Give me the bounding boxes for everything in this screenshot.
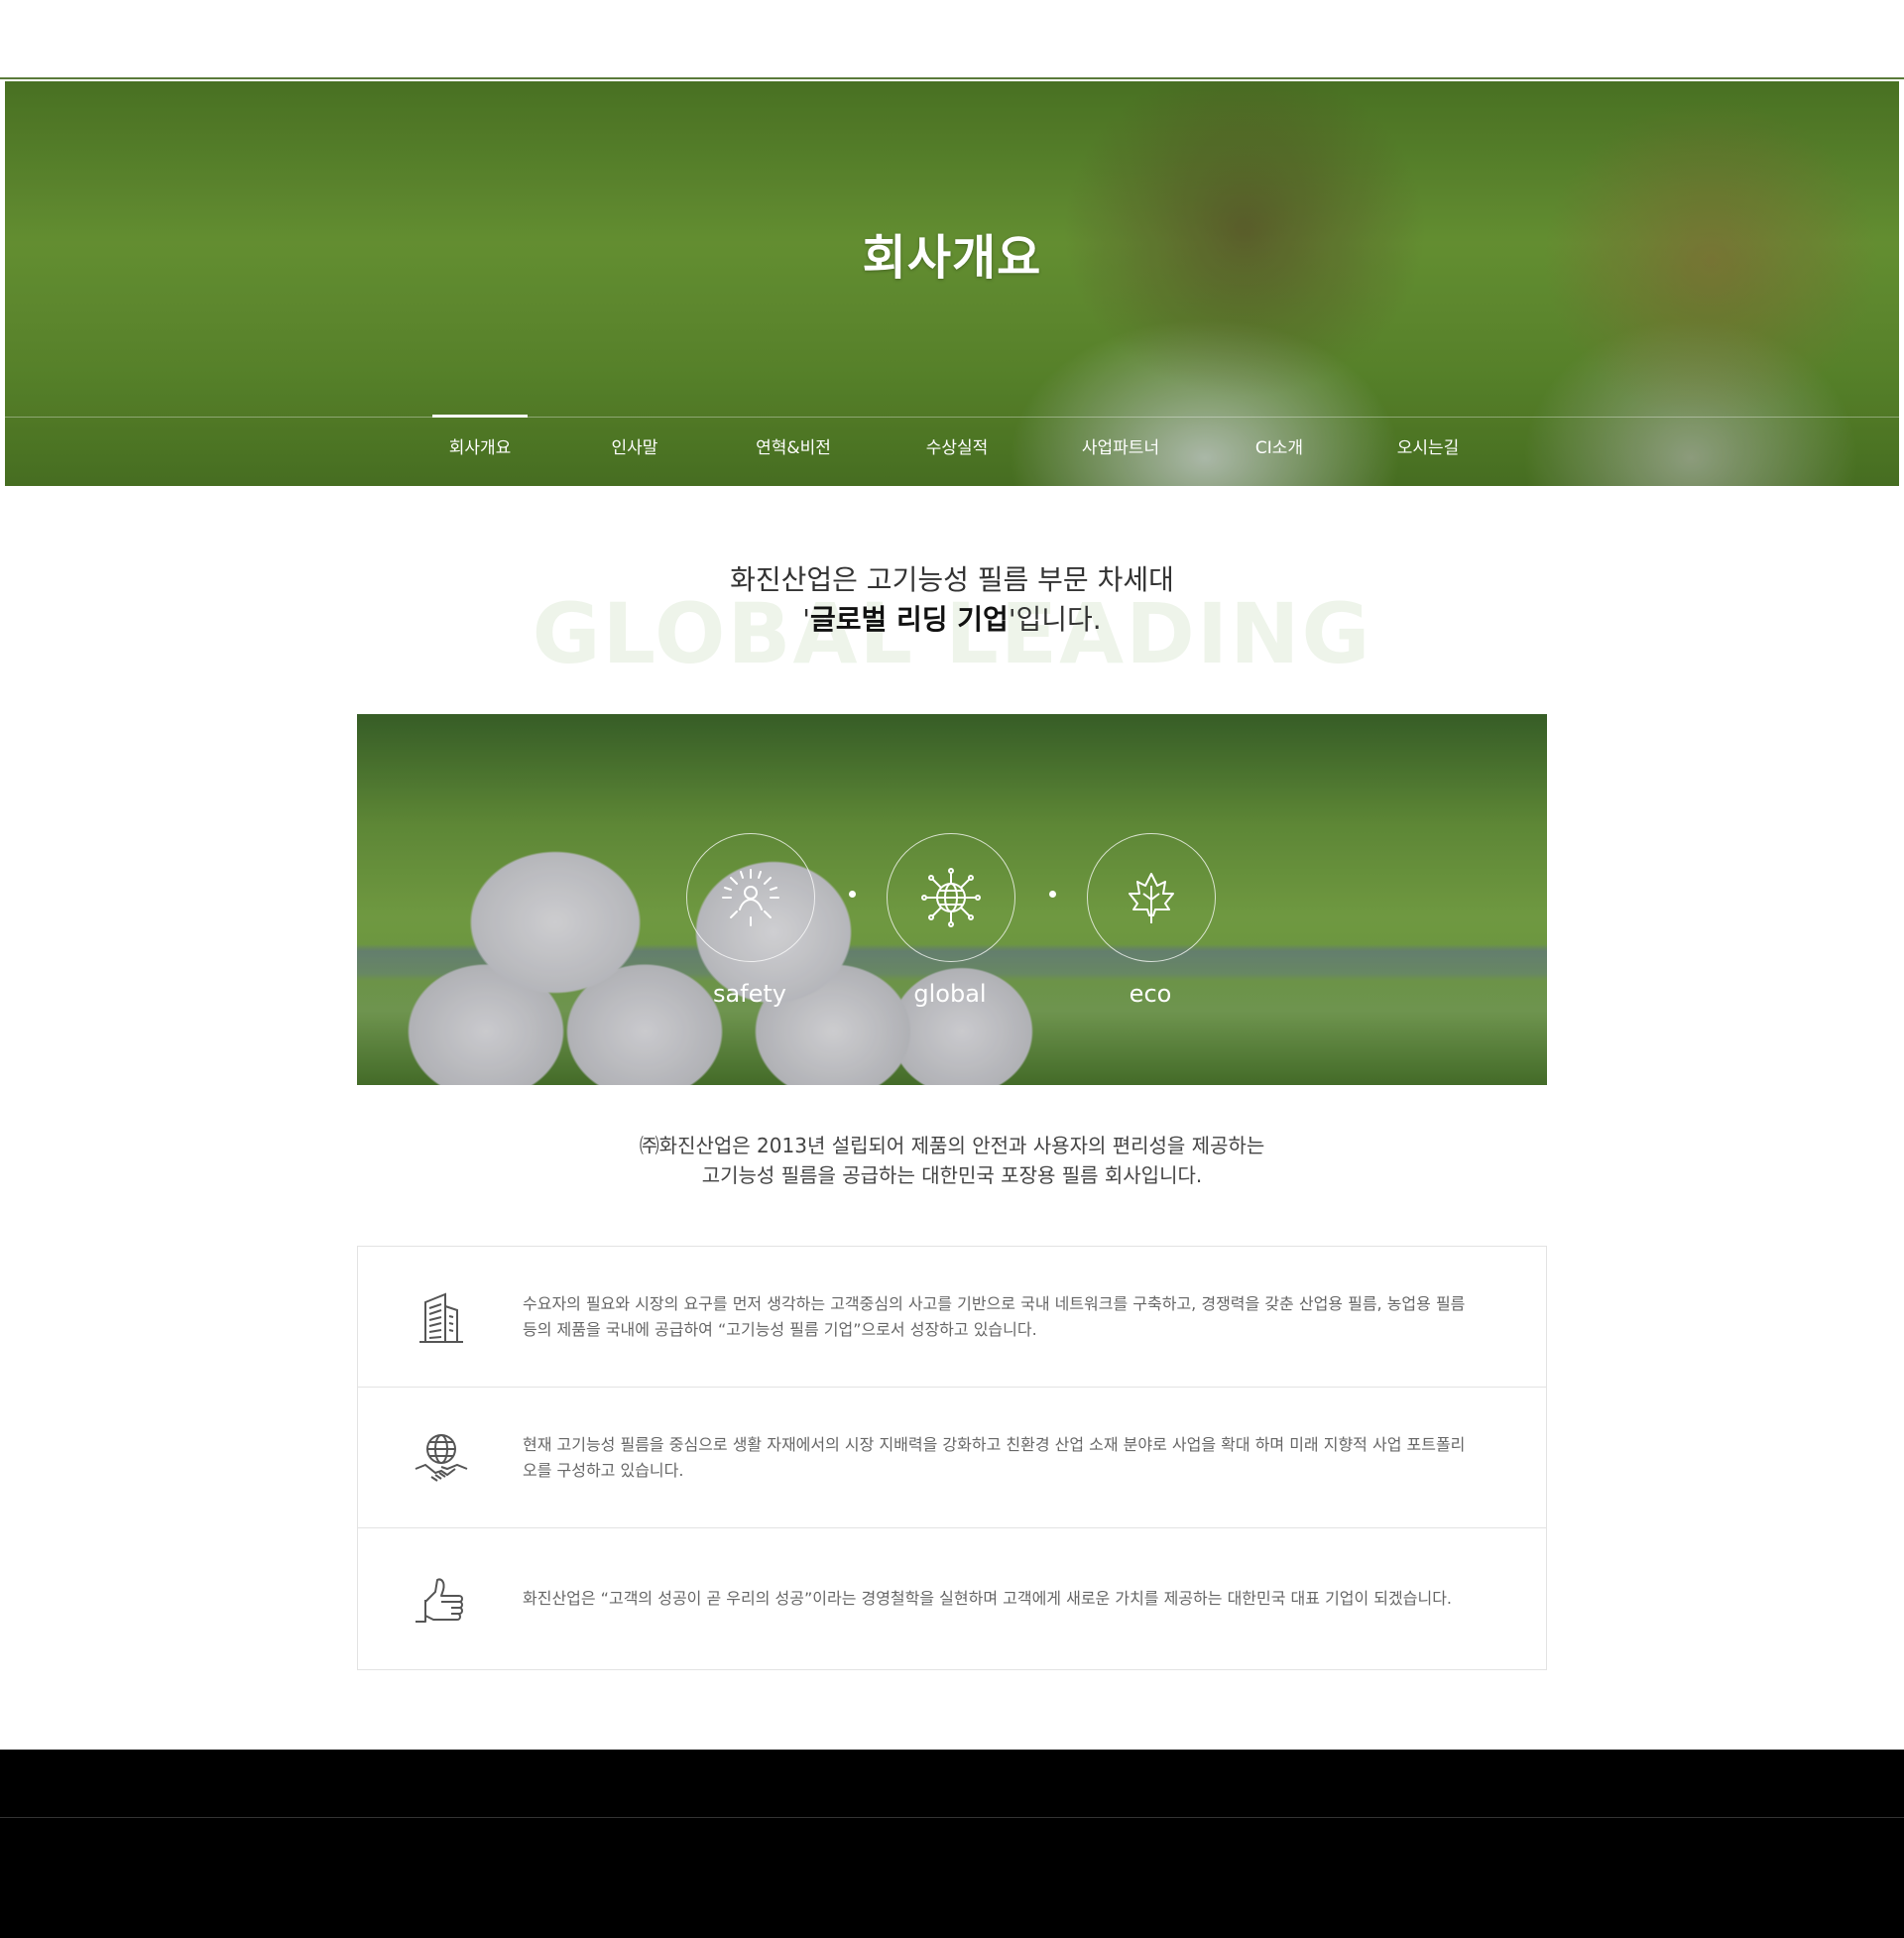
tab-ci[interactable]: CI소개 — [1235, 418, 1324, 486]
tab-awards[interactable]: 수상실적 — [907, 418, 1007, 486]
feature-row: 화진산업은 “고객의 성공이 곧 우리의 성공”이라는 경영철학을 실현하며 고… — [358, 1528, 1546, 1669]
thumbs-up-icon — [416, 1578, 463, 1623]
feature-text: 수요자의 필요와 시장의 요구를 먼저 생각하는 고객중심의 사고를 기반으로 … — [523, 1293, 1466, 1339]
value-safety-label: safety — [712, 980, 787, 1008]
quote-open: ' — [802, 603, 810, 636]
intro-heading: 화진산업은 고기능성 필름 부문 차세대 '글로벌 리딩 기업'입니다. — [0, 560, 1904, 640]
tab-history-vision[interactable]: 연혁&비전 — [739, 418, 848, 486]
feature-text: 현재 고기능성 필름을 중심으로 생활 자재에서의 시장 지배력을 강화하고 친… — [523, 1434, 1466, 1480]
feature-list: 수요자의 필요와 시장의 요구를 먼저 생각하는 고객중심의 사고를 기반으로 … — [357, 1246, 1547, 1670]
intro-line-2-rest: '입니다. — [1008, 603, 1102, 636]
description-line-1: ㈜화진산업은 2013년 설립되어 제품의 안전과 사용자의 편리성을 제공하는 — [639, 1134, 1265, 1157]
building-icon — [419, 1292, 463, 1343]
value-global-label: global — [913, 980, 987, 1008]
tab-business-partners[interactable]: 사업파트너 — [1066, 418, 1175, 486]
feature-text: 화진산업은 “고객의 성공이 곧 우리의 성공”이라는 경영철학을 실현하며 고… — [523, 1589, 1452, 1608]
hero-banner: 회사개요 회사개요 인사말 연혁&비전 수상실적 사업파트너 CI소개 오시는길 — [5, 81, 1899, 486]
safety-person-icon — [722, 869, 779, 926]
globe-handshake-icon — [415, 1434, 468, 1482]
footer-divider — [0, 1817, 1904, 1818]
value-separator-dot — [849, 891, 856, 898]
tab-greeting[interactable]: 인사말 — [590, 418, 679, 486]
intro-highlight: 글로벌 리딩 기업 — [809, 603, 1009, 636]
value-safety-circle — [686, 833, 815, 962]
core-values-banner: safety global eco — [357, 714, 1547, 1085]
tab-directions[interactable]: 오시는길 — [1378, 418, 1478, 486]
intro-line-2: '글로벌 리딩 기업'입니다. — [0, 600, 1904, 640]
value-global-circle — [887, 833, 1015, 962]
site-header — [0, 0, 1904, 79]
feature-row: 현재 고기능성 필름을 중심으로 생활 자재에서의 시장 지배력을 강화하고 친… — [358, 1388, 1546, 1528]
feature-row: 수요자의 필요와 시장의 요구를 먼저 생각하는 고객중심의 사고를 기반으로 … — [358, 1247, 1546, 1388]
value-eco-circle — [1087, 833, 1216, 962]
intro-line-1: 화진산업은 고기능성 필름 부문 차세대 — [730, 563, 1174, 596]
leaf-icon — [1129, 873, 1174, 923]
site-footer — [0, 1750, 1904, 1938]
page-title: 회사개요 — [862, 230, 1042, 286]
tab-company-overview[interactable]: 회사개요 — [432, 415, 528, 486]
company-description: ㈜화진산업은 2013년 설립되어 제품의 안전과 사용자의 편리성을 제공하는… — [0, 1131, 1904, 1190]
value-separator-dot — [1049, 891, 1056, 898]
description-line-2: 고기능성 필름을 공급하는 대한민국 포장용 필름 회사입니다. — [701, 1163, 1203, 1187]
value-eco-label: eco — [1129, 980, 1172, 1008]
sub-navigation: 회사개요 인사말 연혁&비전 수상실적 사업파트너 CI소개 오시는길 — [5, 415, 1899, 486]
globe-network-icon — [921, 868, 981, 927]
